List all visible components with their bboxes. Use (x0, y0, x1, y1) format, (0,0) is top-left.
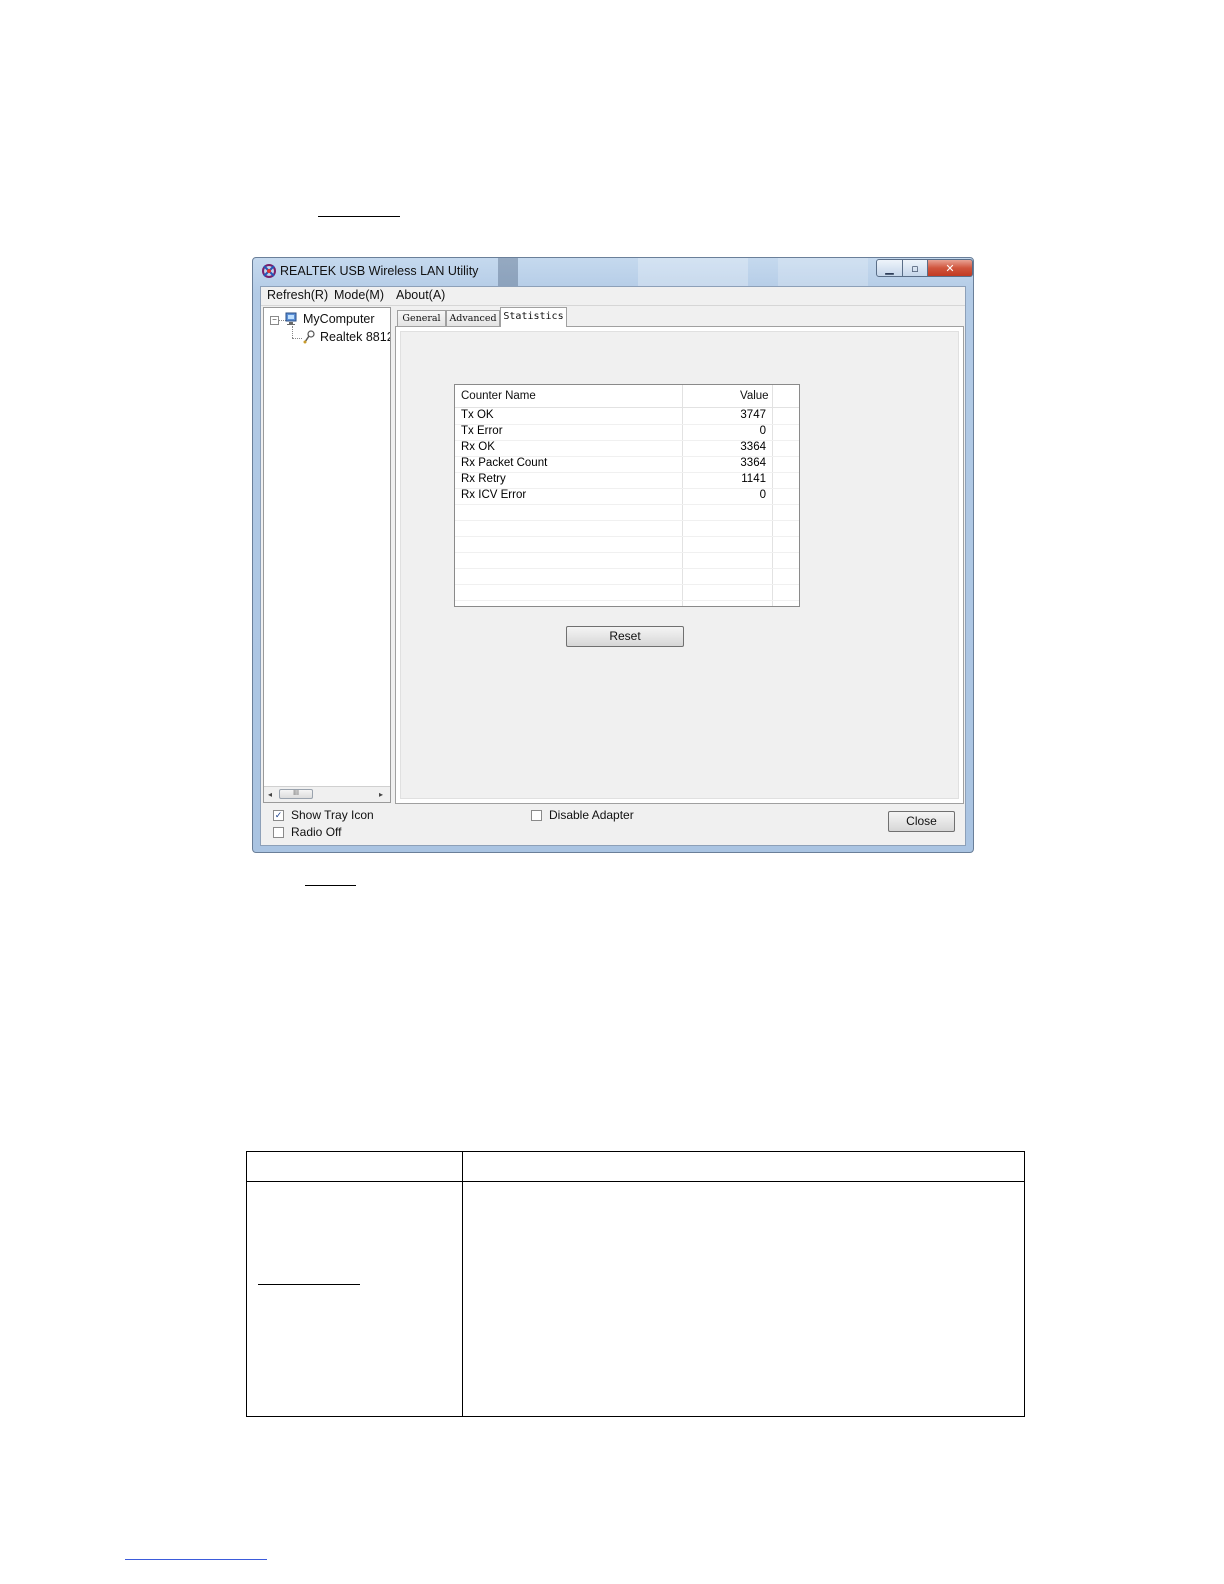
table-row[interactable]: Tx Error 0 (455, 424, 799, 441)
device-tree[interactable]: − MyComputer Realtek 8812A ◂ III ▸ (263, 307, 391, 803)
counter-value: 1141 (741, 473, 766, 485)
minimize-button[interactable]: ▁ (876, 259, 903, 277)
empty-row (455, 536, 799, 553)
realtek-app-icon (262, 264, 276, 278)
tab-statistics[interactable]: Statistics (500, 307, 567, 327)
tab-general[interactable]: General (397, 310, 446, 326)
counter-name: Rx Retry (461, 473, 506, 485)
counter-value: 3364 (740, 457, 766, 469)
computer-icon (285, 312, 297, 325)
empty-row (455, 504, 799, 521)
radio-off-label: Radio Off (291, 825, 342, 839)
tab-advanced[interactable]: Advanced (446, 310, 500, 326)
counter-value: 3364 (740, 441, 766, 453)
column-header-counter-name[interactable]: Counter Name (461, 390, 536, 402)
table-row[interactable]: Tx OK 3747 (455, 408, 799, 425)
minimize-icon: ▁ (885, 261, 894, 275)
doc-underline-top (318, 216, 400, 217)
empty-row (455, 568, 799, 585)
menu-mode[interactable]: Mode(M) (334, 288, 384, 302)
scroll-right-icon[interactable]: ▸ (379, 790, 383, 799)
counter-value: 3747 (740, 409, 766, 421)
app-window: REALTEK USB Wireless LAN Utility ▁ ▫ ✕ R… (252, 257, 974, 853)
document-table (246, 1151, 1025, 1417)
scroll-thumb[interactable]: III (279, 789, 313, 799)
statistics-list-header: Counter Name Value (455, 385, 799, 408)
reset-button[interactable]: Reset (566, 626, 684, 647)
close-icon: ✕ (945, 261, 955, 275)
disable-adapter-checkbox[interactable] (531, 810, 542, 821)
statistics-list[interactable]: Counter Name Value Tx OK 3747 Tx Error 0 (454, 384, 800, 607)
counter-name: Rx OK (461, 441, 495, 453)
menu-refresh[interactable]: Refresh(R) (267, 288, 328, 302)
table-row[interactable]: Rx Retry 1141 (455, 472, 799, 489)
maximize-icon: ▫ (911, 261, 919, 275)
empty-row (455, 520, 799, 537)
window-title: REALTEK USB Wireless LAN Utility (280, 264, 479, 278)
close-button[interactable]: Close (888, 811, 955, 832)
tree-item-mycomputer[interactable]: MyComputer (303, 312, 375, 326)
counter-value: 0 (759, 425, 766, 437)
counter-name: Tx OK (461, 409, 494, 421)
table-row[interactable]: Rx OK 3364 (455, 440, 799, 457)
tree-item-adapter[interactable]: Realtek 8812A (320, 330, 390, 344)
tree-horizontal-scrollbar[interactable]: ◂ III ▸ (264, 786, 390, 802)
radio-off-checkbox[interactable] (273, 827, 284, 838)
statistics-panel-body: Counter Name Value Tx OK 3747 Tx Error 0 (400, 331, 959, 799)
empty-row (455, 552, 799, 569)
counter-value: 0 (759, 489, 766, 501)
show-tray-icon-checkbox[interactable]: ✓ (273, 810, 284, 821)
table-row[interactable]: Rx ICV Error 0 (455, 488, 799, 505)
empty-row (455, 584, 799, 601)
statistics-panel: Counter Name Value Tx OK 3747 Tx Error 0 (395, 326, 964, 804)
counter-name: Rx Packet Count (461, 457, 548, 469)
tab-control: General Advanced Statistics Counter Name… (395, 307, 965, 805)
table-row[interactable]: Rx Packet Count 3364 (455, 456, 799, 473)
show-tray-icon-label: Show Tray Icon (291, 808, 374, 822)
counter-name: Rx ICV Error (461, 489, 527, 501)
counter-name: Tx Error (461, 425, 503, 437)
title-bar[interactable]: REALTEK USB Wireless LAN Utility ▁ ▫ ✕ (253, 258, 973, 286)
scroll-left-icon[interactable]: ◂ (268, 790, 272, 799)
doc-table-underline (258, 1284, 360, 1285)
doc-underline-mid (305, 885, 356, 886)
window-controls: ▁ ▫ ✕ (876, 259, 973, 278)
window-client-area: Refresh(R) Mode(M) About(A) − MyComputer (260, 286, 966, 846)
doc-footer-link-underline (125, 1559, 267, 1560)
column-header-value[interactable]: Value (740, 390, 769, 402)
menu-about[interactable]: About(A) (396, 288, 445, 302)
maximize-button[interactable]: ▫ (903, 259, 928, 277)
disable-adapter-label: Disable Adapter (549, 808, 634, 822)
wireless-adapter-icon (303, 330, 315, 344)
check-icon: ✓ (274, 810, 283, 820)
tree-expander-icon[interactable]: − (270, 316, 279, 325)
menu-bar: Refresh(R) Mode(M) About(A) (261, 287, 965, 306)
close-window-button[interactable]: ✕ (928, 259, 973, 277)
